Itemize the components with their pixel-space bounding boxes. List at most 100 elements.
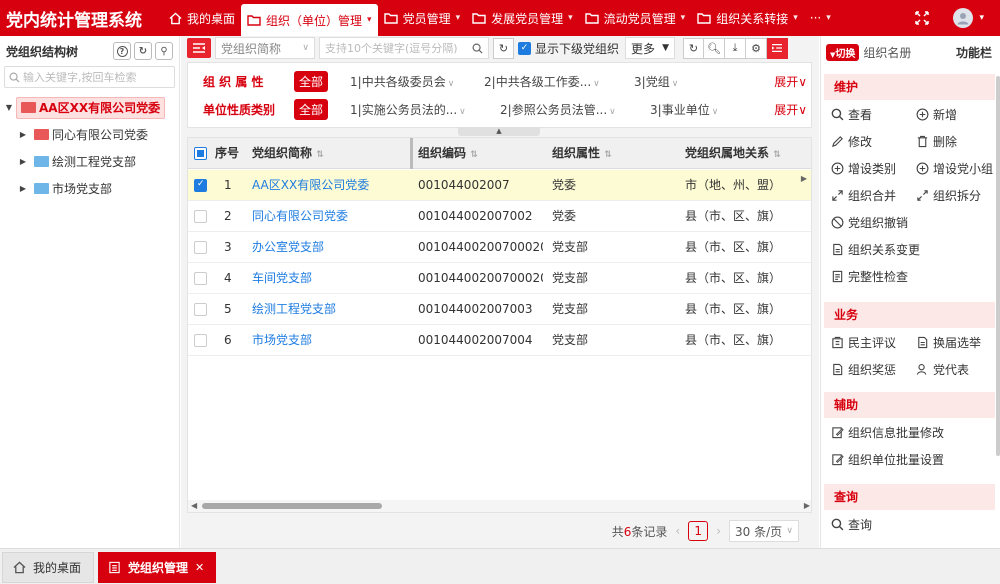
next-page-icon[interactable]: › <box>716 524 721 538</box>
row-checkbox[interactable] <box>194 303 207 316</box>
action-split[interactable]: 组织拆分 <box>916 187 981 204</box>
filter-option[interactable]: 1|中共各级委员会 ∨ <box>350 73 484 90</box>
field-select[interactable]: 党组织简称 ∨ <box>215 37 315 59</box>
filter-all-button[interactable]: 全部 <box>294 70 329 92</box>
row-checkbox[interactable] <box>194 210 207 223</box>
collapse-tree-button[interactable] <box>187 38 211 58</box>
action-rewards[interactable]: 组织奖惩 <box>831 361 896 378</box>
sort-column-relation[interactable]: 党组织属地关系 ⇅ <box>685 138 781 169</box>
action-batch-setting[interactable]: 组织单位批量设置 <box>831 451 944 468</box>
action-revoke[interactable]: 党组织撤销 <box>831 214 908 231</box>
column-resizer[interactable] <box>410 138 413 169</box>
action-representatives[interactable]: 党代表 <box>916 361 969 378</box>
table-row[interactable]: ✓ 1 AA区XX有限公司党委 001044002007 党委 市（地、州、盟） <box>188 170 811 201</box>
tree-node[interactable]: ▶ 绘测工程党支部 <box>0 148 179 175</box>
refresh-button[interactable]: ↻ <box>134 42 152 60</box>
show-sub-checkbox[interactable]: ✓ 显示下级党组织 <box>518 40 619 57</box>
org-name-link[interactable]: AA区XX有限公司党委 <box>252 170 369 201</box>
nav-mobile-member[interactable]: 流动党员管理 ▾ <box>579 0 692 36</box>
nav-desktop[interactable]: 我的桌面 <box>163 0 241 36</box>
collapse-filter-handle[interactable]: ▲ <box>458 127 540 136</box>
filter-all-button[interactable]: 全部 <box>294 98 329 120</box>
row-checkbox[interactable] <box>194 334 207 347</box>
action-edit[interactable]: 修改 <box>831 133 872 150</box>
scroll-left-arrow[interactable]: ◀ <box>191 501 197 510</box>
close-icon[interactable]: ✕ <box>195 561 204 574</box>
row-checkbox[interactable]: ✓ <box>194 179 207 192</box>
select-all-checkbox[interactable] <box>194 147 207 160</box>
locate-button[interactable]: ⚲ <box>155 42 173 60</box>
fullscreen-icon[interactable] <box>915 11 930 25</box>
help-button[interactable]: ? <box>113 42 131 60</box>
sort-column-name[interactable]: 党组织简称 ⇅ <box>252 138 324 169</box>
table-row[interactable]: 4 车间党支部 00104400200700020... 党支部 县（市、区、旗… <box>188 263 811 294</box>
row-checkbox[interactable] <box>194 241 207 254</box>
caret-down-icon[interactable]: ▼ <box>2 103 16 112</box>
expand-button[interactable]: 展开∨ <box>774 73 807 90</box>
page-size-select[interactable]: 30 条/页 ∨ <box>729 520 799 542</box>
tree-node[interactable]: ▶ 同心有限公司党委 <box>0 121 179 148</box>
refresh-button[interactable]: ↻ <box>683 37 705 59</box>
tree-node[interactable]: ▶ 市场党支部 <box>0 175 179 202</box>
expand-button[interactable]: 展开∨ <box>774 101 807 118</box>
table-row[interactable]: 6 市场党支部 001044002007004 党支部 县（市、区、旗） <box>188 325 811 356</box>
action-add[interactable]: 新增 <box>916 106 957 123</box>
tree-search-input[interactable]: 输入关键字,按回车检索 <box>4 66 175 88</box>
table-row[interactable]: 3 办公室党支部 00104400200700020... 党支部 县（市、区、… <box>188 232 811 263</box>
avatar[interactable] <box>953 8 974 28</box>
action-integrity-check[interactable]: 完整性检查 <box>831 268 908 285</box>
nav-member-management[interactable]: 党员管理 ▾ <box>378 0 467 36</box>
nav-relation-transfer[interactable]: 组织关系转接 ▾ <box>691 0 804 36</box>
action-merge[interactable]: 组织合并 <box>831 187 896 204</box>
org-name-link[interactable]: 车间党支部 <box>252 263 312 294</box>
table-row[interactable]: 5 绘测工程党支部 001044002007003 党支部 县（市、区、旗） <box>188 294 811 325</box>
more-dropdown[interactable]: 更多 ▼ <box>625 37 676 59</box>
action-view[interactable]: 查看 <box>831 106 872 123</box>
chevron-down-icon[interactable]: ▾ <box>979 13 984 23</box>
action-democratic-review[interactable]: 民主评议 <box>831 334 896 351</box>
action-add-group[interactable]: 增设党小组 <box>916 160 993 177</box>
org-name-link[interactable]: 绘测工程党支部 <box>252 294 336 325</box>
filter-option[interactable]: 2|中共各级工作委... ∨ <box>484 73 634 90</box>
scrollbar-thumb[interactable] <box>202 503 382 509</box>
action-delete[interactable]: 删除 <box>916 133 957 150</box>
action-relation-change[interactable]: 组织关系变更 <box>831 241 920 258</box>
tab-desktop[interactable]: 我的桌面 <box>2 552 94 583</box>
tab-org-management[interactable]: 党组织管理 ✕ <box>98 552 216 583</box>
action-query[interactable]: 查询 <box>831 516 872 533</box>
action-add-category[interactable]: 增设类别 <box>831 160 896 177</box>
org-name-link[interactable]: 办公室党支部 <box>252 232 324 263</box>
prev-page-icon[interactable]: ‹ <box>675 524 680 538</box>
action-batch-modify[interactable]: 组织信息批量修改 <box>831 424 944 441</box>
nav-develop-member[interactable]: 发展党员管理 ▾ <box>466 0 579 36</box>
sort-column-attr[interactable]: 组织属性 ⇅ <box>552 138 612 169</box>
page-number[interactable]: 1 <box>688 521 709 541</box>
tree-node-root[interactable]: ▼ AA区XX有限公司党委 <box>0 94 179 121</box>
settings-button[interactable]: ⚙ <box>746 37 768 59</box>
nav-more[interactable]: ··· ▾ <box>804 0 837 36</box>
action-election[interactable]: 换届选举 <box>916 334 981 351</box>
filter-option[interactable]: 2|参照公务员法管... ∨ <box>500 101 650 118</box>
caret-right-icon[interactable]: ▶ <box>16 157 30 166</box>
row-checkbox[interactable] <box>194 272 207 285</box>
org-name-link[interactable]: 同心有限公司党委 <box>252 201 348 232</box>
filter-option[interactable]: 3|党组 ∨ <box>634 73 678 90</box>
search-doc-button[interactable]: 🔍︎ <box>704 37 726 59</box>
table-row[interactable]: 2 同心有限公司党委 001044002007002 党委 县（市、区、旗） <box>188 201 811 232</box>
switch-button[interactable]: ▼切换 <box>826 43 860 61</box>
nav-org-management[interactable]: 组织（单位）管理 ▾ <box>241 4 378 36</box>
filter-option[interactable]: 3|事业单位 ∨ <box>650 101 718 118</box>
export-button[interactable]: ⤓ <box>725 37 747 59</box>
filter-option[interactable]: 1|实施公务员法的... ∨ <box>350 101 500 118</box>
caret-right-icon[interactable]: ▶ <box>16 184 30 193</box>
scroll-right-arrow[interactable]: ▶ <box>801 174 807 183</box>
collapse-panel-button[interactable] <box>767 37 789 59</box>
caret-right-icon[interactable]: ▶ <box>16 130 30 139</box>
search-icon[interactable] <box>472 43 483 54</box>
reset-button[interactable]: ↻ <box>493 37 514 59</box>
vertical-scrollbar[interactable] <box>996 76 1000 456</box>
sort-column-code[interactable]: 组织编码 ⇅ <box>418 138 478 169</box>
scroll-right-arrow[interactable]: ▶ <box>804 501 810 510</box>
keyword-search-input[interactable]: 支持10个关键字(逗号分隔) <box>319 37 489 59</box>
horizontal-scrollbar[interactable]: ◀ ▶ <box>188 500 811 512</box>
